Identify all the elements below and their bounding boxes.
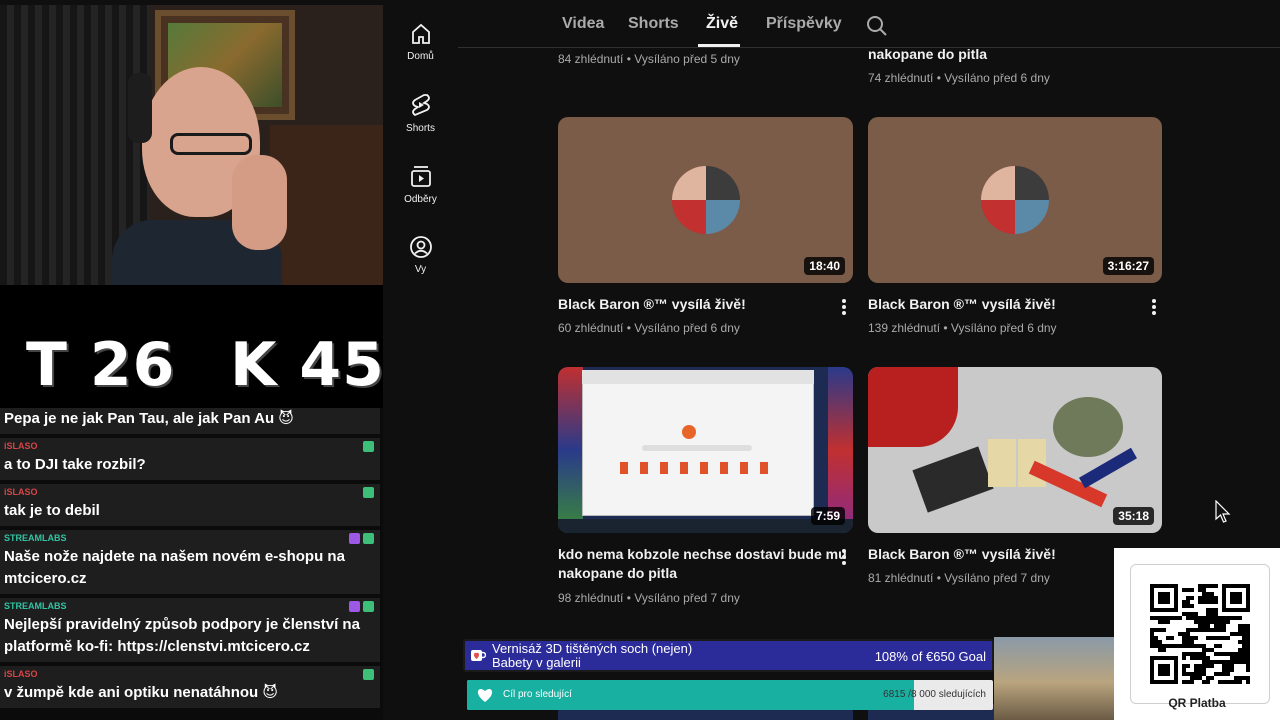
video-meta: 60 zhlédnutí • Vysíláno před 6 dny: [558, 321, 740, 335]
score-k: K 45: [230, 330, 385, 400]
screen: T 26 K 45 Pepa je ne jak Pan Tau, ale ja…: [0, 0, 1280, 720]
moderator-badge-icon: [349, 601, 360, 612]
chat-username: iSLASO: [4, 441, 38, 451]
tab-shorts[interactable]: Shorts: [628, 15, 679, 33]
video-meta: 84 zhlédnutí • Vysíláno před 5 dny: [558, 52, 740, 66]
shorts-icon: [411, 94, 430, 117]
video-title[interactable]: kdo nema kobzole nechse dostavi bude mu: [558, 544, 847, 564]
sidebar-item-label: Vy: [414, 264, 427, 275]
chat-username: iSLASO: [4, 669, 38, 679]
video-thumbnail[interactable]: 3:16:27: [868, 117, 1162, 283]
sidebar-item-label: Shorts: [406, 123, 435, 134]
chat-message: iSLASO v žumpě kde ani optiku nenatáhnou…: [0, 666, 380, 710]
verified-badge-icon: [363, 601, 374, 612]
video-duration: 18:40: [804, 257, 845, 275]
chat-message: iSLASO a to DJI take rozbil?: [0, 438, 380, 482]
badge-icon: [363, 487, 374, 498]
chat-message-text: Naše nože najdete na našem novém e-shopu…: [4, 548, 345, 565]
followers-goal-bar: Cíl pro sledující 6815 /8 000 sledujícíc…: [467, 680, 993, 710]
goal-title-line: Babety v galerii: [492, 655, 581, 670]
goal-title-line: Vernisáž 3D tištěných soch (nejen): [492, 641, 693, 656]
video-duration: 35:18: [1113, 507, 1154, 525]
video-thumbnail[interactable]: 35:18: [868, 367, 1162, 533]
chat-message-text: platformě ko-fi: https://clenstvi.mtcice…: [4, 638, 310, 655]
tab-live[interactable]: Živě: [706, 15, 738, 33]
more-options-icon[interactable]: [838, 548, 850, 568]
channel-avatar: [981, 166, 1049, 234]
chat-message: STREAMLABS Nejlepší pravidelný způsob po…: [0, 598, 380, 664]
webcam-feed: [0, 5, 383, 285]
qr-code-icon: [1150, 584, 1250, 684]
chat-message-text: Nejlepší pravidelný způsob podpory je čl…: [4, 616, 360, 633]
ko-fi-cup-icon: [471, 650, 486, 661]
more-options-icon[interactable]: [838, 298, 850, 318]
video-meta: 81 zhlédnutí • Vysíláno před 7 dny: [868, 571, 1050, 585]
chat-message: iSLASO tak je to debil: [0, 484, 380, 528]
qr-frame: [1130, 564, 1270, 704]
badge-icon: [363, 441, 374, 452]
chat-username: STREAMLABS: [4, 601, 67, 611]
tab-posts[interactable]: Příspěvky: [766, 15, 842, 33]
video-title[interactable]: Black Baron ®™ vysílá živě!: [558, 294, 746, 314]
chat-message-text: v žumpě kde ani optiku nenatáhnou 😈: [4, 684, 278, 701]
home-icon: [411, 23, 430, 44]
search-icon[interactable]: [866, 15, 888, 37]
video-duration: 3:16:27: [1102, 257, 1154, 275]
heart-hand-icon: [477, 689, 493, 702]
goal-title: Vernisáž 3D tištěných soch (nejen) Babet…: [492, 642, 692, 670]
sidebar-item-subscriptions[interactable]: Odběry: [383, 163, 458, 205]
streamer-hand: [232, 155, 287, 250]
qr-payment-panel: QR Platba: [1114, 548, 1280, 720]
chat-username: STREAMLABS: [4, 533, 67, 543]
video-title[interactable]: Black Baron ®™ vysílá živě!: [868, 544, 1056, 564]
subscriptions-icon: [410, 166, 431, 187]
chat-message-text: mtcicero.cz: [4, 570, 87, 587]
account-icon: [409, 236, 432, 258]
video-thumbnail[interactable]: 18:40: [558, 117, 853, 283]
chat-panel: Pepa je ne jak Pan Tau, ale jak Pan Au 😈…: [0, 408, 383, 720]
chat-message-text: tak je to debil: [4, 502, 100, 519]
video-thumbnail[interactable]: 7:59: [558, 367, 853, 533]
chat-message-text: a to DJI take rozbil?: [4, 456, 146, 473]
tab-videos[interactable]: Videa: [562, 15, 604, 33]
goal-progress-text: 108% of €650 Goal: [874, 649, 986, 664]
followers-goal-label: Cíl pro sledující: [503, 689, 572, 700]
video-meta: 98 zhlédnutí • Vysíláno před 7 dny: [558, 591, 740, 605]
followers-goal-count: 6815 /8 000 sledujících: [883, 689, 986, 700]
video-meta: 139 zhlédnutí • Vysíláno před 6 dny: [868, 321, 1057, 335]
verified-badge-icon: [363, 533, 374, 544]
channel-avatar: [671, 166, 740, 234]
headset: [128, 73, 152, 143]
sidebar-item-home[interactable]: Domů: [383, 22, 458, 62]
video-duration: 7:59: [810, 507, 845, 525]
mouse-cursor-icon: [1215, 500, 1231, 523]
chat-username: iSLASO: [4, 487, 38, 497]
sidebar-item-label: Domů: [407, 51, 434, 62]
video-title[interactable]: nakopane do pitla: [868, 44, 987, 64]
score-t: T 26: [26, 330, 176, 400]
badge-icon: [363, 669, 374, 680]
qr-label: QR Platba: [1168, 696, 1226, 710]
glasses: [170, 133, 252, 155]
sidebar-item-shorts[interactable]: Shorts: [383, 92, 458, 134]
chat-message: STREAMLABS Naše nože najdete na našem no…: [0, 530, 380, 596]
more-options-icon[interactable]: [1148, 298, 1160, 318]
chat-message: Pepa je ne jak Pan Tau, ale jak Pan Au 😈: [0, 408, 380, 436]
game-preview: [994, 637, 1114, 720]
chat-message-text: Pepa je ne jak Pan Tau, ale jak Pan Au 😈: [4, 410, 294, 427]
sidebar-item-you[interactable]: Vy: [383, 235, 458, 275]
donation-goal-bar: Vernisáž 3D tištěných soch (nejen) Babet…: [463, 639, 994, 672]
sidebar-item-label: Odběry: [404, 194, 437, 205]
video-meta: 74 zhlédnutí • Vysíláno před 6 dny: [868, 71, 1050, 85]
yt-sidebar: Domů Shorts Odběry Vy: [383, 0, 458, 720]
video-title[interactable]: nakopane do pitla: [558, 563, 677, 583]
video-title[interactable]: Black Baron ®™ vysílá živě!: [868, 294, 1056, 314]
moderator-badge-icon: [349, 533, 360, 544]
channel-tabs: Videa Shorts Živě Příspěvky: [458, 0, 1280, 48]
active-tab-indicator: [698, 44, 740, 47]
